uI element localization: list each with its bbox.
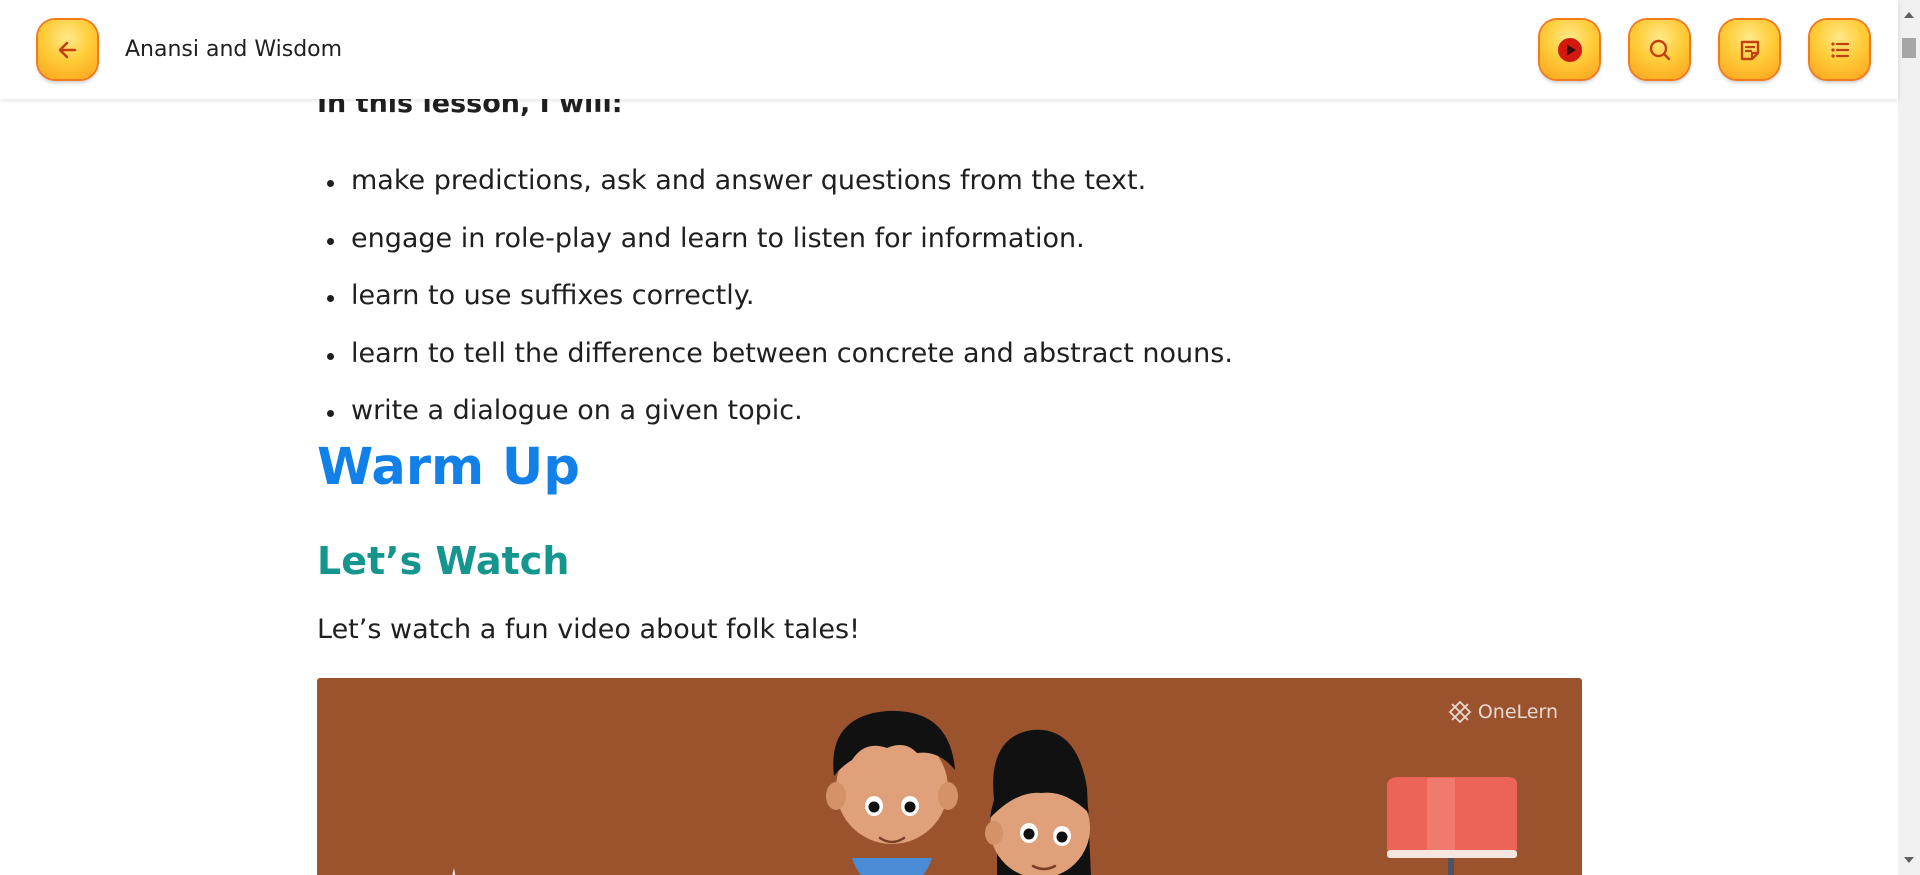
objectives-list: make predictions, ask and answer questio… <box>317 165 1233 453</box>
subsection-heading: Let’s Watch <box>317 539 570 583</box>
list-item: engage in role-play and learn to listen … <box>317 223 1233 281</box>
lesson-content: In this lesson, I will: make predictions… <box>317 0 1582 875</box>
contents-button[interactable] <box>1810 20 1869 79</box>
notes-icon <box>1740 40 1759 60</box>
list-item: make predictions, ask and answer questio… <box>317 165 1233 223</box>
onelern-logo-icon <box>1448 700 1472 724</box>
video-thumbnail <box>452 710 1517 875</box>
lamp-illustration <box>1387 777 1517 875</box>
notes-button[interactable] <box>1720 20 1779 79</box>
top-bar: Anansi and Wisdom <box>0 0 1898 99</box>
brand-name: OneLern <box>1477 701 1558 723</box>
search-icon <box>1649 39 1670 60</box>
section-heading: Warm Up <box>317 438 580 497</box>
video-intro-text: Let’s watch a fun video about folk tales… <box>317 614 860 645</box>
list-icon <box>1830 41 1849 58</box>
list-item: learn to tell the difference between con… <box>317 338 1233 396</box>
scroll-down-icon[interactable] <box>1904 857 1914 863</box>
page-title: Anansi and Wisdom <box>125 37 343 62</box>
girl-character <box>985 729 1091 875</box>
scroll-up-icon[interactable] <box>1904 12 1914 18</box>
page-scrollbar[interactable] <box>1898 0 1920 875</box>
search-button[interactable] <box>1630 20 1689 79</box>
brand-watermark: OneLern <box>1448 700 1558 724</box>
arrow-left-icon <box>58 41 76 58</box>
list-item: learn to use suffixes correctly. <box>317 280 1233 338</box>
scroll-thumb[interactable] <box>1902 38 1916 58</box>
boy-character <box>826 710 958 875</box>
video-player[interactable]: OneLern <box>317 678 1582 875</box>
play-button[interactable] <box>1540 20 1599 79</box>
back-button[interactable] <box>38 20 97 79</box>
play-circle-icon <box>1557 37 1582 62</box>
